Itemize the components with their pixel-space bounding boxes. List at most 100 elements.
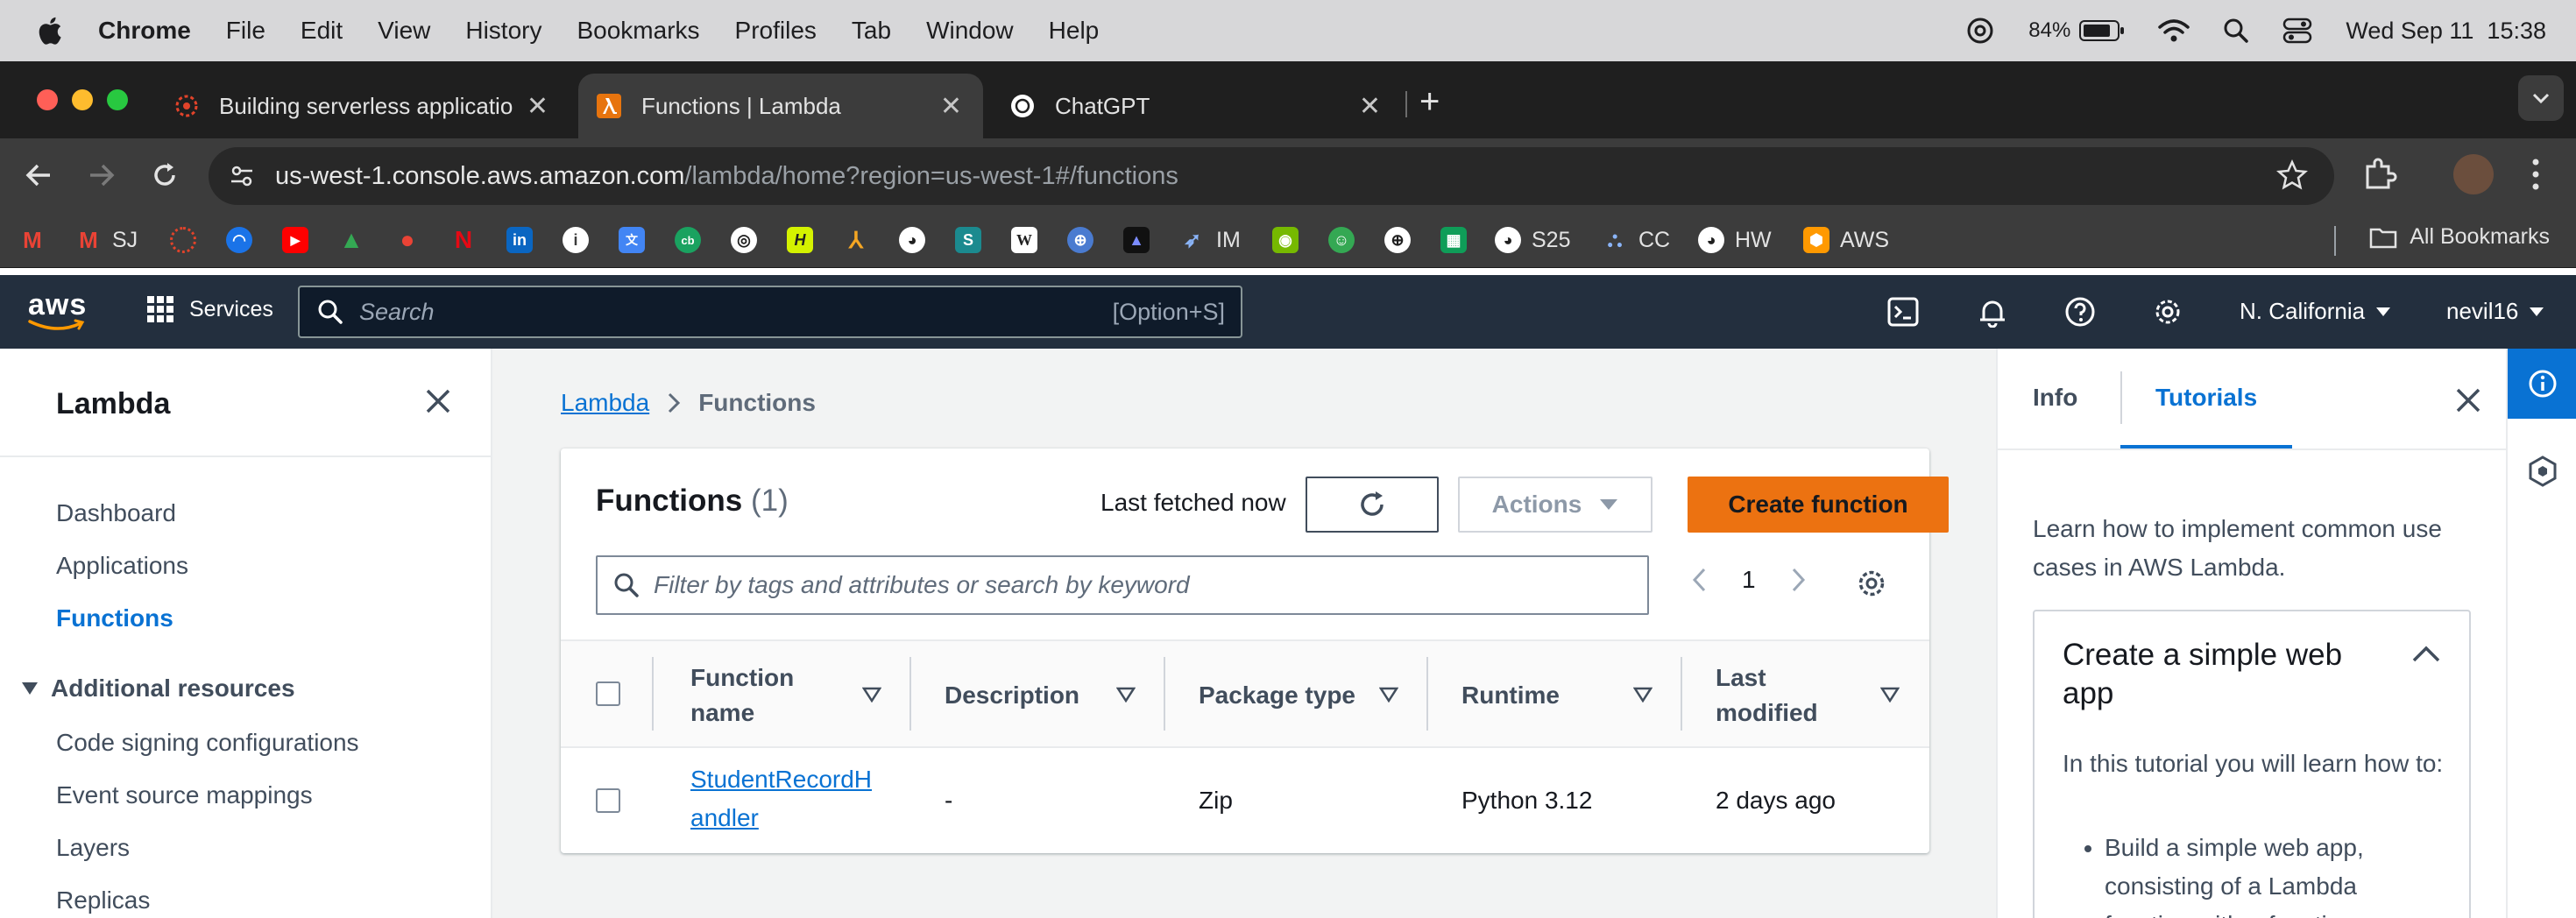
actions-dropdown-button[interactable]: Actions xyxy=(1458,477,1652,533)
bookmark-android[interactable]: ☺ xyxy=(1328,224,1355,256)
tutorials-panel-toggle[interactable] xyxy=(2508,436,2576,506)
tab-building-serverless[interactable]: Building serverless applicatio ✕ xyxy=(158,74,570,138)
apple-logo-icon[interactable] xyxy=(35,15,63,46)
services-menu-button[interactable]: Services xyxy=(145,294,273,324)
functions-filter-input[interactable]: Filter by tags and attributes or search … xyxy=(596,555,1649,615)
menu-app-chrome[interactable]: Chrome xyxy=(98,17,191,45)
menu-view[interactable]: View xyxy=(378,17,430,45)
additional-resources-toggle[interactable]: Additional resources xyxy=(21,674,295,703)
bookmark-web[interactable]: ⊕ xyxy=(1384,224,1411,256)
bookmark-cb[interactable]: cb xyxy=(675,224,701,256)
bookmark-im[interactable]: ➶ IM xyxy=(1179,224,1241,256)
menu-history[interactable]: History xyxy=(465,17,541,45)
extensions-puzzle-icon[interactable] xyxy=(2362,156,2397,191)
menu-profiles[interactable]: Profiles xyxy=(735,17,817,45)
table-preferences-gear-icon[interactable] xyxy=(1856,568,1887,599)
aws-search-input[interactable]: Search [Option+S] xyxy=(298,286,1242,338)
menu-tab[interactable]: Tab xyxy=(852,17,891,45)
tab-close-icon[interactable]: ✕ xyxy=(940,91,962,122)
bookmark-youtube[interactable]: ▶ xyxy=(282,224,308,256)
nav-link-replicas[interactable]: Replicas xyxy=(56,886,150,914)
chrome-menu-icon[interactable] xyxy=(2525,154,2546,194)
cloudshell-icon[interactable] xyxy=(1887,296,1919,328)
sort-caret-icon[interactable] xyxy=(1880,687,1900,703)
menu-file[interactable]: File xyxy=(226,17,265,45)
select-all-checkbox[interactable] xyxy=(596,681,620,706)
control-center-icon[interactable] xyxy=(2282,18,2312,44)
window-minimize-button[interactable] xyxy=(72,89,93,110)
tab-close-icon[interactable]: ✕ xyxy=(527,91,548,122)
bookmark-app-dark[interactable]: ▲ xyxy=(1123,224,1150,256)
side-nav-title[interactable]: Lambda xyxy=(56,387,170,421)
tab-tutorials[interactable]: Tutorials xyxy=(2155,384,2257,412)
bookmark-aws[interactable]: ⬢ AWS xyxy=(1803,224,1889,256)
nav-link-applications[interactable]: Applications xyxy=(56,552,188,580)
bookmark-s25[interactable]: ◕ S25 xyxy=(1495,224,1570,256)
wifi-icon[interactable] xyxy=(2158,18,2190,43)
bookmark-handshake[interactable]: H xyxy=(787,224,813,256)
bookmark-cursor[interactable]: ⅄ xyxy=(843,224,869,256)
bookmark-linkedin[interactable]: in xyxy=(506,224,533,256)
tab-chatgpt[interactable]: ChatGPT ✕ xyxy=(990,74,1402,138)
bookmark-star-icon[interactable] xyxy=(2276,159,2308,191)
nav-link-dashboard[interactable]: Dashboard xyxy=(56,499,176,527)
function-name-link[interactable]: StudentRecordH andler xyxy=(690,760,872,837)
profile-avatar[interactable] xyxy=(2453,154,2494,194)
bookmark-nvidia[interactable]: ◉ xyxy=(1272,224,1299,256)
openai-menu-icon[interactable] xyxy=(1965,16,1995,46)
window-zoom-button[interactable] xyxy=(107,89,128,110)
bookmark-globe-blue[interactable]: ⊕ xyxy=(1067,224,1093,256)
chevron-right-icon[interactable] xyxy=(1791,567,1807,593)
close-icon[interactable] xyxy=(2453,385,2483,415)
info-panel-toggle[interactable] xyxy=(2508,349,2576,419)
page-number[interactable]: 1 xyxy=(1742,566,1756,594)
bookmark-udemy[interactable] xyxy=(170,224,196,256)
address-bar[interactable]: us-west-1.console.aws.amazon.com/lambda/… xyxy=(209,147,2334,205)
bookmark-arc[interactable]: ◠ xyxy=(226,224,252,256)
menu-help[interactable]: Help xyxy=(1049,17,1100,45)
create-function-button[interactable]: Create function xyxy=(1688,477,1949,533)
region-selector[interactable]: N. California xyxy=(2240,298,2391,325)
nav-link-event-source-mappings[interactable]: Event source mappings xyxy=(56,781,313,809)
bookmark-gmail[interactable]: M xyxy=(19,224,46,256)
nav-link-functions[interactable]: Functions xyxy=(56,604,173,632)
new-tab-button[interactable]: + xyxy=(1419,82,1440,122)
bookmark-chatgpt[interactable]: ◎ xyxy=(731,224,757,256)
back-button[interactable] xyxy=(19,156,58,194)
bookmark-sj[interactable]: M SJ xyxy=(75,224,138,256)
chevron-left-icon[interactable] xyxy=(1691,567,1707,593)
bookmark-cc[interactable]: ⛬ CC xyxy=(1602,224,1671,256)
column-header-package-type[interactable]: Package type xyxy=(1199,641,1355,750)
column-header-function-name[interactable]: Function name xyxy=(690,641,794,750)
sort-caret-icon[interactable] xyxy=(1379,687,1398,703)
tab-close-icon[interactable]: ✕ xyxy=(1359,91,1381,122)
menu-edit[interactable]: Edit xyxy=(301,17,343,45)
reload-button[interactable] xyxy=(145,156,184,194)
bookmark-info[interactable]: i xyxy=(563,224,589,256)
bookmark-translate[interactable]: 文 xyxy=(619,224,645,256)
forward-button[interactable] xyxy=(82,156,121,194)
spotlight-search-icon[interactable] xyxy=(2223,18,2249,44)
column-header-runtime[interactable]: Runtime xyxy=(1461,641,1560,750)
bookmark-github[interactable]: ◕ xyxy=(899,224,925,256)
bookmark-s[interactable]: S xyxy=(955,224,981,256)
menubar-datetime[interactable]: Wed Sep 11 15:38 xyxy=(2346,18,2546,45)
settings-gear-icon[interactable] xyxy=(2152,296,2183,328)
chevron-up-icon[interactable] xyxy=(2411,645,2441,664)
refresh-button[interactable] xyxy=(1306,477,1439,533)
menu-bookmarks[interactable]: Bookmarks xyxy=(577,17,699,45)
bookmark-wikipedia[interactable]: W xyxy=(1011,224,1037,256)
close-icon[interactable] xyxy=(422,385,454,417)
bookmark-hw[interactable]: ◕ HW xyxy=(1698,224,1772,256)
column-header-last-modified[interactable]: Last modified xyxy=(1716,641,1818,750)
help-circle-icon[interactable] xyxy=(2064,296,2096,328)
breadcrumb-lambda[interactable]: Lambda xyxy=(561,389,649,417)
aws-logo[interactable]: aws xyxy=(28,290,87,337)
bookmark-netflix[interactable]: N xyxy=(450,224,477,256)
sort-caret-icon[interactable] xyxy=(1116,687,1136,703)
site-info-icon[interactable] xyxy=(226,160,258,192)
row-select-checkbox[interactable] xyxy=(596,788,620,813)
account-menu[interactable]: nevil16 xyxy=(2446,298,2544,325)
sort-caret-icon[interactable] xyxy=(1633,687,1652,703)
bookmark-drive[interactable]: ▲ xyxy=(338,224,364,256)
